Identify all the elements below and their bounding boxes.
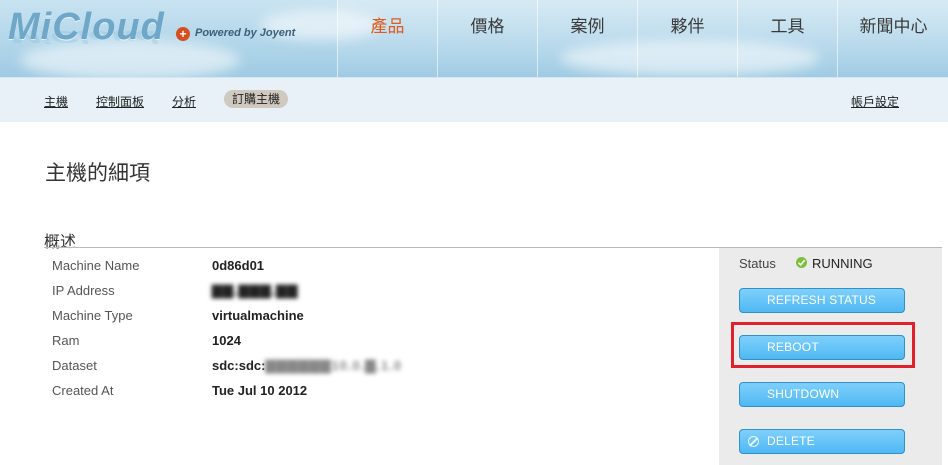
shutdown-button[interactable]: SHUTDOWN <box>739 382 905 407</box>
detail-value-redacted: ▇▇.▇▇▇.▇▇ <box>212 283 299 298</box>
detail-label: Machine Name <box>52 258 140 273</box>
delete-button-label: DELETE <box>767 434 815 448</box>
nav-partners[interactable]: 夥伴 <box>637 0 737 77</box>
detail-value: virtualmachine <box>212 308 304 323</box>
nav-cases[interactable]: 案例 <box>537 0 637 77</box>
nav-tools[interactable]: 工具 <box>737 0 837 77</box>
page-title: 主機的細項 <box>45 162 150 185</box>
detail-label: Dataset <box>52 358 97 373</box>
detail-label: Created At <box>52 383 114 398</box>
nav-pricing[interactable]: 價格 <box>437 0 537 77</box>
status-label: Status <box>739 256 776 271</box>
dataset-redacted: ▇▇▇▇▇▇10.0.▇.1.0 <box>265 358 403 373</box>
sub-nav-bar: 主機 控制面板 分析 訂購主機 帳戶設定 <box>0 77 948 122</box>
detail-value: 1024 <box>212 333 241 348</box>
detail-value: Tue Jul 10 2012 <box>212 383 308 398</box>
check-icon <box>796 257 807 268</box>
dataset-prefix: sdc:sdc: <box>212 358 266 373</box>
plus-icon: + <box>176 27 190 41</box>
powered-by-text: Powered by Joyent <box>195 27 296 39</box>
detail-value: 0d86d01 <box>212 258 265 273</box>
subnav-machines[interactable]: 主機 <box>44 93 68 110</box>
subnav-dashboard[interactable]: 控制面板 <box>96 93 144 110</box>
section-title: 概述 <box>44 234 77 251</box>
main-nav: 產品 價格 案例 夥伴 工具 新聞中心 <box>337 0 948 77</box>
prohibited-icon <box>748 436 759 447</box>
subnav-order-machine[interactable]: 訂購主機 <box>224 90 289 108</box>
detail-label: Machine Type <box>52 308 133 323</box>
subnav-analytics[interactable]: 分析 <box>172 93 196 110</box>
subnav-account-settings[interactable]: 帳戶設定 <box>851 93 899 110</box>
refresh-status-button[interactable]: REFRESH STATUS <box>739 288 905 313</box>
detail-label: Ram <box>52 333 80 348</box>
reboot-highlight-box <box>731 322 915 368</box>
detail-label: IP Address <box>52 283 115 298</box>
nav-products[interactable]: 產品 <box>337 0 437 77</box>
site-header: MiCloud MiCloud + Powered by Joyent 產品 價… <box>0 0 948 77</box>
nav-news[interactable]: 新聞中心 <box>837 0 948 77</box>
status-value: RUNNING <box>812 256 873 271</box>
delete-button[interactable]: DELETE <box>739 429 905 454</box>
detail-value: sdc:sdc:▇▇▇▇▇▇10.0.▇.1.0 <box>212 358 402 374</box>
logo-reflection: MiCloud <box>8 27 158 46</box>
